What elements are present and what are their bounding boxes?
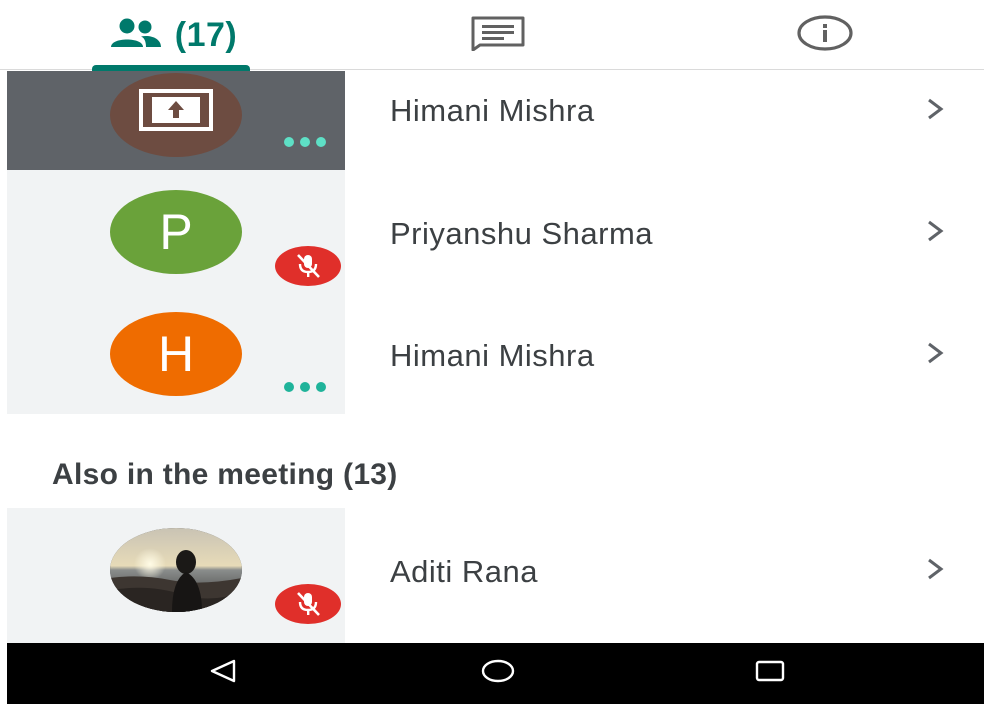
participant-row[interactable]: Himani Mishra xyxy=(0,71,984,170)
chevron-right-icon xyxy=(920,94,950,124)
participant-name: Priyanshu Sharma xyxy=(390,216,654,251)
info-icon xyxy=(796,14,854,56)
avatar-photo xyxy=(110,528,242,612)
home-icon xyxy=(480,659,516,688)
screen-share-icon xyxy=(138,86,214,144)
chevron-right-icon xyxy=(920,338,950,368)
recents-icon xyxy=(754,659,786,688)
tab-info[interactable] xyxy=(760,0,890,70)
participant-tile xyxy=(7,71,345,170)
home-button[interactable] xyxy=(458,643,538,704)
section-heading: Also in the meeting (13) xyxy=(52,458,398,491)
participant-name: Himani Mishra xyxy=(390,93,595,128)
tab-people[interactable]: (17) xyxy=(92,0,250,71)
recents-button[interactable] xyxy=(730,643,810,704)
mic-off-icon xyxy=(275,584,341,624)
mic-off-icon xyxy=(275,246,341,286)
participant-name: Aditi Rana xyxy=(390,554,539,589)
participant-tile xyxy=(7,508,345,643)
avatar-initial: H xyxy=(157,326,195,382)
speaking-indicator xyxy=(284,382,326,392)
chevron-right-icon xyxy=(920,216,950,246)
back-icon xyxy=(208,659,238,688)
avatar-initial: P xyxy=(159,204,193,260)
avatar xyxy=(110,73,242,157)
avatar: H xyxy=(110,312,242,396)
avatar: P xyxy=(110,190,242,274)
tab-chat[interactable] xyxy=(430,0,566,70)
people-icon xyxy=(105,17,167,54)
system-navigation-bar xyxy=(7,643,984,704)
participant-tile: P xyxy=(7,170,345,292)
chevron-right-icon xyxy=(920,554,950,584)
participant-count: (17) xyxy=(174,15,238,54)
meeting-participants-screen: (17) Himani Mishra P Priyanshu Sharma H … xyxy=(0,0,984,704)
participant-name: Himani Mishra xyxy=(390,338,595,373)
participant-row[interactable]: Aditi Rana xyxy=(0,508,984,643)
participant-row[interactable]: P Priyanshu Sharma xyxy=(0,170,984,292)
speaking-indicator xyxy=(284,137,326,147)
tab-bar: (17) xyxy=(0,0,984,71)
back-button[interactable] xyxy=(183,643,263,704)
chat-icon xyxy=(470,15,526,56)
participant-tile: H xyxy=(7,292,345,414)
participant-row[interactable]: H Himani Mishra xyxy=(0,292,984,414)
